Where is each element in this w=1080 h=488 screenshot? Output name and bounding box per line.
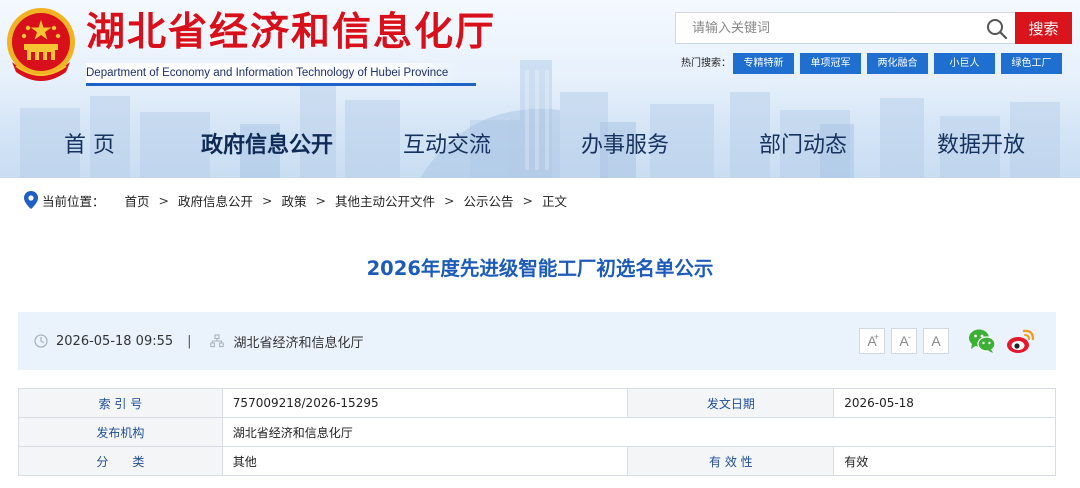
document-info-table: 索 引 号 757009218/2026-15295 发文日期 2026-05-…	[18, 388, 1057, 476]
font-default-button[interactable]: A	[923, 328, 949, 354]
font-default-label: A	[931, 333, 941, 349]
publish-source: 湖北省经济和信息化厅	[233, 335, 364, 351]
issue-date-label: 发文日期	[627, 388, 835, 418]
breadcrumb-label: 当前位置：	[42, 193, 105, 209]
category-value: 其他	[221, 446, 629, 476]
breadcrumb-home[interactable]: 首页	[125, 191, 150, 210]
font-larger-mark: +	[873, 332, 879, 342]
hot-tag-little-giant[interactable]: 小巨人	[934, 53, 995, 74]
site-title: 湖北省经济和信息化厅	[86, 9, 497, 55]
index-number-label: 索 引 号	[18, 388, 223, 418]
font-larger-button[interactable]: A +	[859, 328, 885, 354]
hot-tag-integration[interactable]: 两化融合	[867, 53, 928, 74]
category-label: 分 类	[18, 446, 223, 476]
national-emblem-icon	[7, 8, 75, 81]
breadcrumb: 当前位置： 首页 > 政府信息公开 > 政策 > 其他主动公开文件 > 公示公告…	[0, 178, 1080, 222]
breadcrumb-separator: >	[262, 192, 273, 208]
table-row: 发布机构 湖北省经济和信息化厅	[18, 417, 1057, 447]
main-nav: 首 页 政府信息公开 互动交流 办事服务 部门动态 数据开放	[0, 126, 1080, 166]
breadcrumb-other-files[interactable]: 其他主动公开文件	[335, 191, 435, 210]
publisher-value: 湖北省经济和信息化厅	[221, 417, 1057, 447]
font-size-controls: A + A- A	[859, 328, 949, 354]
weibo-icon[interactable]	[1006, 327, 1036, 355]
publish-date: 2026-05-18 09:55	[56, 333, 174, 349]
nav-item-home[interactable]: 首 页	[64, 126, 115, 166]
site-subtitle: Department of Economy and Information Te…	[86, 63, 459, 83]
hot-search-tags: 专精特新 单项冠军 两化融合 小巨人 绿色工厂	[733, 53, 1062, 74]
article-meta-bar: 2026-05-18 09:55 | 湖北省经济和信息化厅 A + A- A	[18, 312, 1056, 370]
search-button[interactable]: 搜索	[1015, 12, 1072, 44]
breadcrumb-notices[interactable]: 公示公告	[464, 191, 514, 210]
search-box	[675, 12, 1015, 44]
breadcrumb-current: 正文	[542, 193, 568, 209]
publisher-label: 发布机构	[18, 417, 223, 447]
nav-item-services[interactable]: 办事服务	[581, 126, 669, 166]
location-pin-icon	[24, 191, 38, 209]
breadcrumb-separator: >	[444, 192, 455, 208]
nav-item-open-data[interactable]: 数据开放	[937, 126, 1025, 166]
breadcrumb-gov-info[interactable]: 政府信息公开	[178, 191, 253, 210]
nav-item-interaction[interactable]: 互动交流	[403, 126, 491, 166]
index-number-value: 757009218/2026-15295	[221, 388, 629, 418]
table-row: 索 引 号 757009218/2026-15295 发文日期 2026-05-…	[18, 388, 1056, 418]
breadcrumb-separator: >	[315, 192, 327, 208]
search-input[interactable]	[676, 13, 976, 43]
breadcrumb-policy[interactable]: 政策	[282, 191, 307, 210]
subtitle-underline	[86, 83, 476, 86]
article-title: 2026年度先进级智能工厂初选名单公示	[366, 257, 714, 280]
hot-search-label: 热门搜索：	[681, 58, 731, 69]
breadcrumb-separator: >	[158, 192, 170, 208]
meta-separator: |	[187, 333, 192, 349]
nav-item-news[interactable]: 部门动态	[759, 126, 847, 166]
font-smaller-mark: -	[908, 332, 911, 342]
validity-value: 有效	[833, 446, 1056, 476]
font-smaller-button[interactable]: A-	[891, 328, 917, 354]
hot-tag-single-champion[interactable]: 单项冠军	[800, 53, 861, 74]
clock-icon	[34, 334, 48, 348]
breadcrumb-separator: >	[522, 192, 534, 208]
table-row: 分 类 其他 有 效 性 有效	[18, 446, 1056, 476]
org-icon	[209, 334, 224, 348]
site-header: 湖北省经济和信息化厅 Department of Economy and Inf…	[0, 0, 1080, 178]
search-icon[interactable]	[986, 18, 1008, 40]
issue-date-value: 2026-05-18	[833, 388, 1056, 418]
wechat-icon[interactable]	[968, 328, 996, 354]
hot-tag-specialized[interactable]: 专精特新	[733, 53, 794, 74]
hot-tag-green-factory[interactable]: 绿色工厂	[1001, 53, 1062, 74]
nav-item-gov-info[interactable]: 政府信息公开	[201, 126, 333, 166]
validity-label: 有 效 性	[627, 446, 835, 476]
